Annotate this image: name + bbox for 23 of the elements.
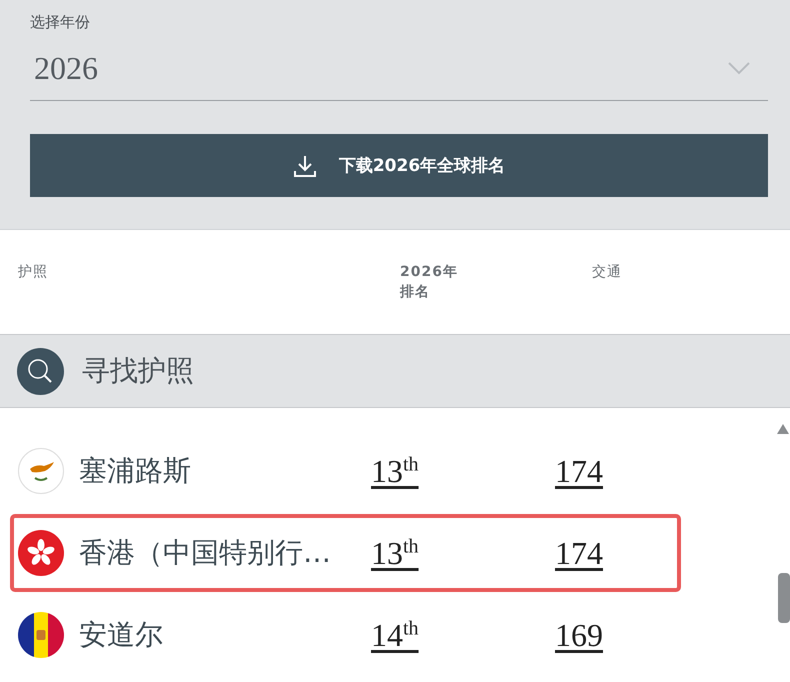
column-header: 排名 — [400, 283, 430, 302]
column-header: 2026年 — [400, 263, 458, 282]
count-link[interactable]: 174 — [555, 452, 603, 490]
rank-link[interactable]: 13$^{th}$ — [371, 452, 419, 490]
column-header: 交通 — [592, 263, 622, 282]
count-link[interactable]: 169 — [555, 616, 603, 654]
flag-icon — [18, 612, 64, 658]
rank-link[interactable]: 13$^{th}$ — [371, 534, 419, 572]
flag-icon — [18, 530, 64, 576]
country-name[interactable]: 香港（中国特别行… — [79, 534, 371, 572]
country-name[interactable]: 安道尔 — [79, 616, 371, 654]
search-icon — [17, 348, 64, 394]
count-link[interactable]: 174 — [555, 534, 603, 572]
field-label: 选择年份 — [30, 13, 90, 32]
rank-link[interactable]: 14$^{th}$ — [371, 616, 419, 654]
column-header: 护照 — [18, 263, 48, 282]
country-name[interactable]: 塞浦路斯 — [79, 452, 371, 490]
year-dropdown[interactable]: 2026 — [30, 36, 768, 101]
chevron-icon — [728, 61, 750, 75]
search-field[interactable]: 寻找护照 — [0, 334, 790, 408]
download-button[interactable]: 下载2026年全球排名 — [30, 134, 768, 197]
flag-icon — [18, 448, 64, 494]
download-icon — [292, 154, 317, 178]
